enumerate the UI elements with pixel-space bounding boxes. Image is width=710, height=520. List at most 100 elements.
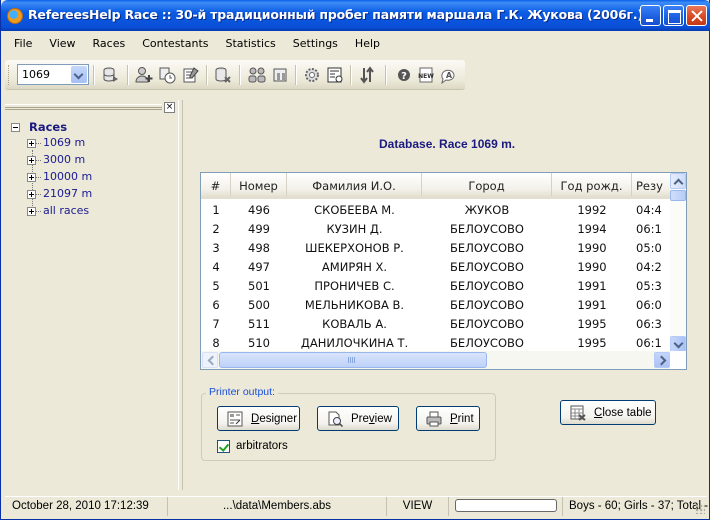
- scroll-right-button[interactable]: [654, 352, 670, 368]
- horizontal-scrollbar[interactable]: [201, 351, 671, 369]
- preview-button[interactable]: Preview: [317, 406, 399, 431]
- whats-new-icon[interactable]: NEW: [416, 65, 436, 85]
- scroll-thumb[interactable]: [670, 190, 686, 201]
- arbitrators-label[interactable]: arbitrators: [236, 440, 288, 452]
- horizontal-scroll-thumb[interactable]: [219, 352, 487, 368]
- add-contestant-icon[interactable]: [134, 65, 154, 85]
- minimize-button[interactable]: [640, 5, 661, 26]
- close-table-button[interactable]: Close table: [560, 400, 656, 425]
- tree-item-all-races[interactable]: all races: [8, 204, 92, 221]
- tree-item-3000[interactable]: 3000 m: [8, 153, 92, 170]
- table-row[interactable]: 2 499 КУЗИН Д. БЕЛОУСОВО 1994 06:1: [201, 219, 671, 238]
- table-row[interactable]: 7 511 КОВАЛЬ А. БЕЛОУСОВО 1995 06:3: [201, 314, 671, 333]
- tree-item-21097[interactable]: 21097 m: [8, 187, 92, 204]
- settings-gear-icon[interactable]: [302, 65, 322, 85]
- menu-contestants[interactable]: Contestants: [133, 33, 216, 55]
- sort-icon[interactable]: [357, 65, 377, 85]
- column-header-city[interactable]: Город: [422, 173, 552, 196]
- tree-item-10000[interactable]: 10000 m: [8, 170, 92, 187]
- scroll-up-button[interactable]: [670, 173, 686, 189]
- groups-icon[interactable]: [247, 65, 267, 85]
- preview-button-label: Preview: [351, 412, 392, 425]
- column-header-name[interactable]: Фамилия И.О.: [287, 173, 422, 196]
- cell-result: 06:1: [636, 222, 662, 236]
- preview-icon: [328, 411, 343, 427]
- column-header-index[interactable]: #: [201, 173, 231, 196]
- menu-help[interactable]: Help: [346, 33, 388, 55]
- table-row[interactable]: 3 498 ШЕКЕРХОНОВ Р. БЕЛОУСОВО 1990 05:0: [201, 238, 671, 257]
- table-row[interactable]: 8 510 ДАНИЛОЧКИНА Т. БЕЛОУСОВО 1995 06:1: [201, 333, 671, 352]
- close-table-button-label: Close table: [594, 406, 652, 419]
- menu-settings[interactable]: Settings: [284, 33, 346, 55]
- find-icon[interactable]: [271, 65, 291, 85]
- menu-races[interactable]: Races: [84, 33, 134, 55]
- arbitrators-checkbox[interactable]: [217, 440, 230, 453]
- designer-icon: [227, 411, 243, 426]
- panel-grip[interactable]: [5, 104, 162, 110]
- column-header-result[interactable]: Резу: [632, 173, 671, 196]
- cell-number: 498: [248, 241, 270, 255]
- tree-root-races[interactable]: Races: [8, 120, 92, 136]
- window-title: RefereesHelp Race :: 30-й традиционный п…: [28, 7, 643, 22]
- report-icon[interactable]: [325, 65, 345, 85]
- toolbar-separator: [206, 65, 208, 85]
- toolbar-separator: [385, 65, 387, 85]
- cell-city: БЕЛОУСОВО: [450, 298, 524, 312]
- database-close-icon[interactable]: [213, 65, 233, 85]
- collapse-icon[interactable]: [11, 123, 20, 132]
- panel-close-icon[interactable]: ×: [164, 102, 175, 113]
- race-select[interactable]: 1069: [17, 64, 89, 85]
- timer-icon[interactable]: [157, 65, 177, 85]
- tree-item-label: all races: [43, 204, 90, 217]
- cell-birth-year: 1992: [577, 203, 607, 217]
- cell-result: 04:4: [636, 203, 662, 217]
- status-progress-cell: [449, 497, 563, 516]
- cell-result: 05:3: [636, 279, 662, 293]
- resize-grip[interactable]: [695, 504, 705, 514]
- chevron-down-icon[interactable]: [71, 66, 87, 83]
- toolbar-separator: [93, 65, 95, 85]
- title-bar: RefereesHelp Race :: 30-й традиционный п…: [1, 0, 710, 31]
- cell-name: СКОБЕЕВА М.: [314, 203, 395, 217]
- table-row[interactable]: 1 496 СКОБЕЕВА М. ЖУКОВ 1992 04:4: [201, 200, 671, 219]
- table-row[interactable]: 6 500 МЕЛЬНИКОВА В. БЕЛОУСОВО 1991 06:0: [201, 295, 671, 314]
- help-icon[interactable]: ?: [394, 65, 414, 85]
- menu-file[interactable]: File: [5, 33, 40, 55]
- menu-statistics[interactable]: Statistics: [217, 33, 284, 55]
- designer-button[interactable]: Designer: [217, 406, 300, 431]
- database-run-icon[interactable]: [101, 65, 121, 85]
- edit-protocol-icon[interactable]: [181, 65, 201, 85]
- scroll-left-button[interactable]: [202, 352, 218, 368]
- tree-item-label: 21097 m: [43, 187, 93, 200]
- cell-name: КУЗИН Д.: [326, 222, 383, 236]
- status-datetime: October 28, 2010 17:12:39: [5, 497, 168, 516]
- column-header-birth-year[interactable]: Год рожд.: [552, 173, 632, 196]
- maximize-button[interactable]: [663, 5, 684, 26]
- panel-splitter[interactable]: [178, 100, 183, 490]
- column-header-number[interactable]: Номер: [231, 173, 287, 196]
- table-body: 1 496 СКОБЕЕВА М. ЖУКОВ 1992 04:4 2 499 КУЗИН Д.…: [201, 200, 671, 352]
- about-icon[interactable]: A: [438, 65, 458, 85]
- toolbar-separator: [127, 65, 129, 85]
- table-row[interactable]: 4 497 АМИРЯН Х. БЕЛОУСОВО 1990 04:2: [201, 257, 671, 276]
- cell-city: БЕЛОУСОВО: [450, 279, 524, 293]
- cell-index: 2: [212, 222, 220, 236]
- cell-result: 06:1: [636, 336, 662, 350]
- close-button[interactable]: [686, 5, 707, 26]
- vertical-scrollbar[interactable]: [670, 173, 686, 352]
- cell-name: АМИРЯН Х.: [321, 260, 388, 274]
- print-button[interactable]: Print: [416, 406, 480, 431]
- cell-index: 1: [212, 203, 220, 217]
- scroll-down-button[interactable]: [670, 336, 686, 352]
- table-header: # Номер Фамилия И.О. Город Год рожд. Рез…: [201, 173, 671, 199]
- toolbar-grip[interactable]: [8, 65, 11, 85]
- menu-bar: File View Races Contestants Statistics S…: [5, 33, 388, 55]
- table-row[interactable]: 5 501 ПРОНИЧЕВ С. БЕЛОУСОВО 1991 05:3: [201, 276, 671, 295]
- menu-view[interactable]: View: [40, 33, 83, 55]
- page-title: Database. Race 1069 m.: [379, 137, 516, 151]
- printer-output-label: Printer output:: [206, 386, 278, 398]
- cell-index: 6: [212, 298, 220, 312]
- cell-result: 05:0: [636, 241, 662, 255]
- tree-item-1069[interactable]: 1069 m: [8, 136, 92, 153]
- cell-name: ДАНИЛОЧКИНА Т.: [300, 336, 409, 350]
